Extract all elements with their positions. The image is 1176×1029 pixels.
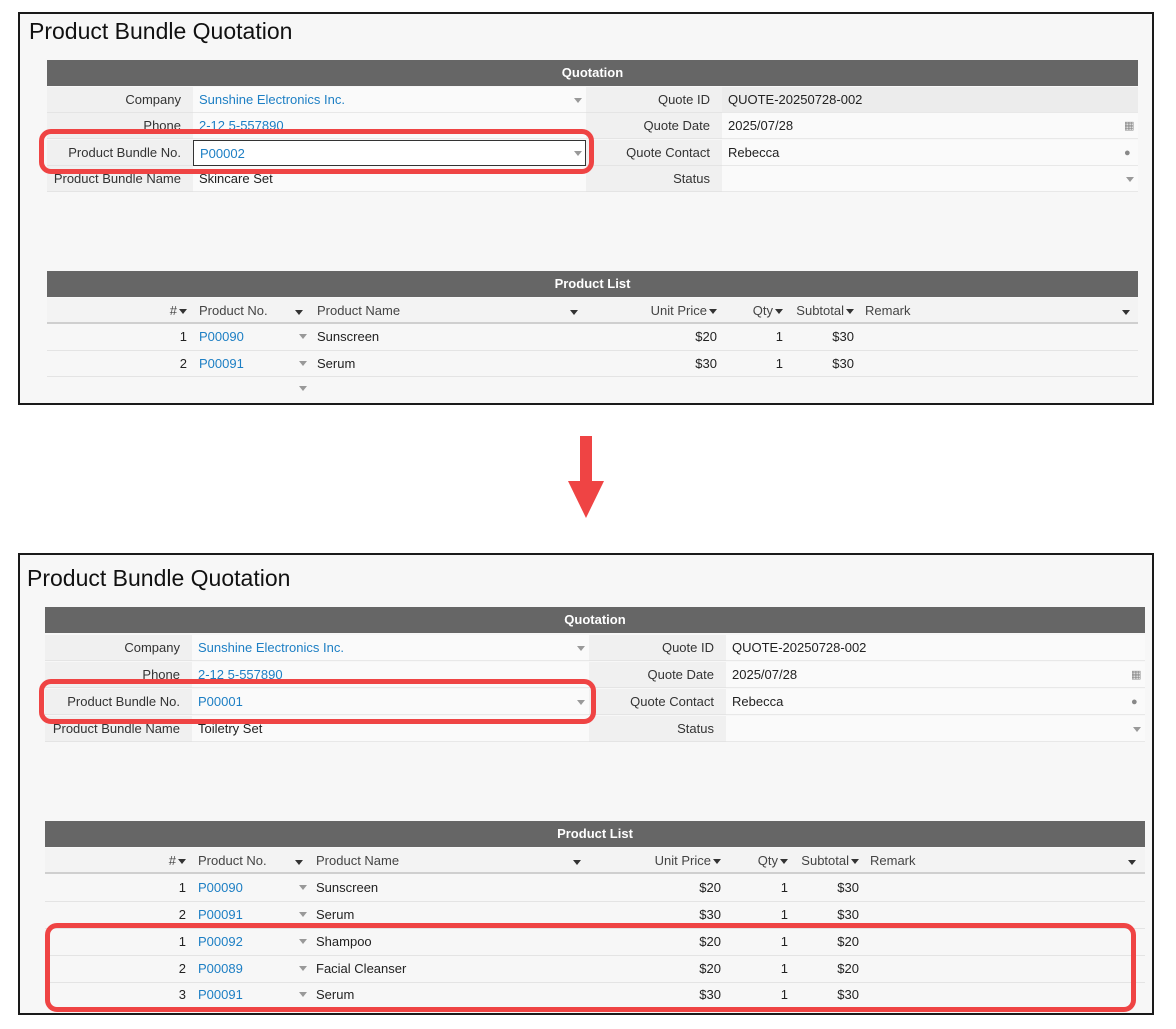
quote-contact-field[interactable]: Rebecca xyxy=(726,689,1145,715)
chevron-down-icon[interactable] xyxy=(295,860,303,865)
row-num: 1 xyxy=(178,880,186,895)
person-icon[interactable]: ● xyxy=(1124,140,1131,166)
chevron-down-icon[interactable] xyxy=(1126,177,1134,182)
col-subtotal-header[interactable]: Subtotal xyxy=(793,848,859,874)
row-product-name: Serum xyxy=(317,356,356,371)
chevron-down-icon[interactable] xyxy=(299,885,307,890)
product-list-section-header: Product List xyxy=(45,821,1145,847)
before-screenshot: Product Bundle Quotation Quotation Compa… xyxy=(18,12,1154,405)
row-num: 1 xyxy=(179,329,187,344)
arrow-down-icon xyxy=(568,481,604,518)
page-title: Product Bundle Quotation xyxy=(27,565,291,591)
chevron-down-icon[interactable] xyxy=(299,386,307,391)
chevron-down-icon[interactable] xyxy=(1133,727,1141,732)
col-num-header[interactable]: # xyxy=(47,298,187,324)
row-num: 2 xyxy=(179,356,187,371)
company-label: Company xyxy=(45,635,192,661)
row-product-name: Sunscreen xyxy=(317,329,380,344)
calendar-icon[interactable]: ▦ xyxy=(1124,113,1134,139)
col-product-no-header[interactable]: Product No. xyxy=(199,298,309,324)
quote-id-field: QUOTE-20250728-002 xyxy=(722,87,1138,113)
chevron-down-icon[interactable] xyxy=(299,334,307,339)
row-subtotal: $30 xyxy=(832,329,854,344)
row-unit-price: $20 xyxy=(695,329,717,344)
chevron-down-icon[interactable] xyxy=(570,310,578,315)
chevron-down-icon[interactable] xyxy=(299,912,307,917)
quotation-section-header: Quotation xyxy=(45,607,1145,633)
row-qty: 1 xyxy=(775,329,783,344)
row-product-no[interactable]: P00090 xyxy=(199,324,244,350)
col-product-no-header[interactable]: Product No. xyxy=(198,848,308,874)
row-product-name: Sunscreen xyxy=(316,880,379,895)
row-unit-price: $20 xyxy=(699,880,721,895)
col-remark-header[interactable]: Remark xyxy=(870,848,990,874)
company-label: Company xyxy=(47,87,193,113)
chevron-down-icon[interactable] xyxy=(573,860,581,865)
row-product-no[interactable]: P00091 xyxy=(199,351,244,377)
quote-contact-label: Quote Contact xyxy=(586,140,722,166)
chevron-down-icon[interactable] xyxy=(1122,310,1130,315)
quote-id-label: Quote ID xyxy=(589,635,726,661)
row-qty: 1 xyxy=(780,880,788,895)
after-screenshot: Product Bundle Quotation Quotation Compa… xyxy=(18,553,1154,1015)
col-unit-price-header[interactable]: Unit Price xyxy=(590,298,717,324)
row-subtotal: $30 xyxy=(837,880,859,895)
col-num-header[interactable]: # xyxy=(45,848,186,874)
product-list-section-header: Product List xyxy=(47,271,1138,297)
col-qty-header[interactable]: Qty xyxy=(722,298,783,324)
quote-date-label: Quote Date xyxy=(586,113,722,139)
page-title: Product Bundle Quotation xyxy=(29,18,293,44)
status-field[interactable] xyxy=(726,716,1145,742)
chevron-down-icon[interactable] xyxy=(574,98,582,103)
status-label: Status xyxy=(586,166,722,192)
status-label: Status xyxy=(589,716,726,742)
col-product-name-header[interactable]: Product Name xyxy=(316,848,516,874)
quote-date-field[interactable]: 2025/07/28 xyxy=(722,113,1138,139)
col-product-name-header[interactable]: Product Name xyxy=(317,298,517,324)
status-field[interactable] xyxy=(722,166,1138,192)
company-field[interactable]: Sunshine Electronics Inc. xyxy=(193,87,586,113)
col-remark-header[interactable]: Remark xyxy=(865,298,985,324)
quotation-section-header: Quotation xyxy=(47,60,1138,86)
col-subtotal-header[interactable]: Subtotal xyxy=(788,298,854,324)
company-field[interactable]: Sunshine Electronics Inc. xyxy=(192,635,589,661)
quote-id-field: QUOTE-20250728-002 xyxy=(726,635,1145,661)
calendar-icon[interactable]: ▦ xyxy=(1131,662,1141,688)
row-subtotal: $30 xyxy=(832,356,854,371)
chevron-down-icon[interactable] xyxy=(1128,860,1136,865)
chevron-down-icon[interactable] xyxy=(577,646,585,651)
highlight-box xyxy=(39,679,596,724)
row-qty: 1 xyxy=(775,356,783,371)
highlight-box xyxy=(45,923,1136,1012)
quote-id-label: Quote ID xyxy=(586,87,722,113)
chevron-down-icon[interactable] xyxy=(299,361,307,366)
col-qty-header[interactable]: Qty xyxy=(726,848,788,874)
highlight-box xyxy=(39,129,594,174)
person-icon[interactable]: ● xyxy=(1131,689,1138,715)
arrow-down-icon xyxy=(580,436,592,482)
col-unit-price-header[interactable]: Unit Price xyxy=(593,848,721,874)
row-product-no[interactable]: P00090 xyxy=(198,875,243,901)
row-divider xyxy=(47,376,1138,377)
quote-date-label: Quote Date xyxy=(589,662,726,688)
row-unit-price: $30 xyxy=(695,356,717,371)
quote-contact-label: Quote Contact xyxy=(589,689,726,715)
quote-contact-field[interactable]: Rebecca xyxy=(722,140,1138,166)
chevron-down-icon[interactable] xyxy=(295,310,303,315)
quote-date-field[interactable]: 2025/07/28 xyxy=(726,662,1145,688)
